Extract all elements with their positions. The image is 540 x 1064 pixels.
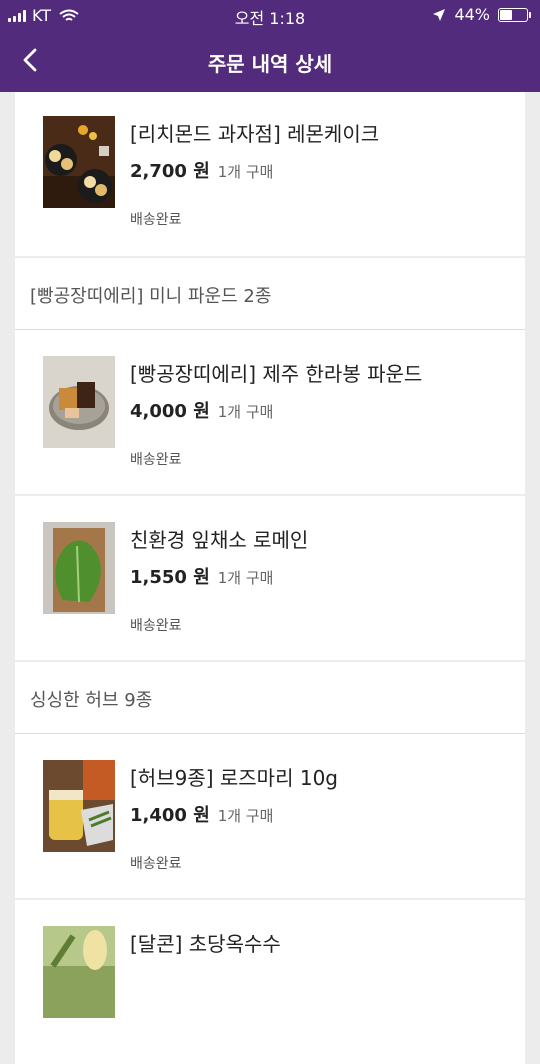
order-item[interactable]: [리치몬드 과자점] 레몬케이크 2,700 원 1개 구매 배송완료 bbox=[15, 90, 525, 254]
status-right: 44% bbox=[432, 5, 531, 24]
order-detail-list: [리치몬드 과자점] 레몬케이크 2,700 원 1개 구매 배송완료 [빵공장… bbox=[15, 92, 525, 1064]
delivery-status: 배송완료 bbox=[130, 212, 182, 228]
group-title: 싱싱한 허브 9종 bbox=[15, 662, 525, 734]
product-quantity: 1개 구매 bbox=[217, 163, 274, 181]
order-item[interactable]: 친환경 잎채소 로메인 1,550 원 1개 구매 배송완료 bbox=[15, 496, 525, 660]
order-item[interactable]: [허브9종] 로즈마리 10g 1,400 원 1개 구매 배송완료 bbox=[15, 734, 525, 898]
order-item[interactable]: [빵공장띠에리] 제주 한라봉 파운드 4,000 원 1개 구매 배송완료 bbox=[15, 330, 525, 494]
header: 주문 내역 상세 bbox=[0, 30, 540, 92]
product-name: [리치몬드 과자점] 레몬케이크 bbox=[130, 122, 380, 146]
order-card: 친환경 잎채소 로메인 1,550 원 1개 구매 배송완료 bbox=[15, 496, 525, 660]
page-title: 주문 내역 상세 bbox=[207, 52, 333, 76]
product-name: [허브9종] 로즈마리 10g bbox=[130, 766, 338, 790]
price-line: 1,550 원 1개 구매 bbox=[130, 563, 515, 589]
product-name: [달콘] 초당옥수수 bbox=[130, 932, 281, 956]
product-name: [빵공장띠에리] 제주 한라봉 파운드 bbox=[130, 362, 423, 386]
product-image bbox=[43, 926, 115, 1018]
product-price: 2,700 원 bbox=[130, 161, 210, 182]
item-info: [허브9종] 로즈마리 10g 1,400 원 1개 구매 배송완료 bbox=[130, 762, 515, 873]
item-info: [리치몬드 과자점] 레몬케이크 2,700 원 1개 구매 배송완료 bbox=[130, 118, 515, 229]
price-line: 4,000 원 1개 구매 bbox=[130, 397, 515, 423]
price-line: 1,400 원 1개 구매 bbox=[130, 801, 515, 827]
product-price: 1,400 원 bbox=[130, 805, 210, 826]
order-group: [빵공장띠에리] 미니 파운드 2종 [빵공장띠에리] 제주 한라봉 파운드 4… bbox=[15, 258, 525, 494]
order-group: 싱싱한 허브 9종 [허브9종] 로즈마리 10g 1,400 원 1개 구매 bbox=[15, 662, 525, 898]
location-arrow-icon bbox=[433, 8, 446, 21]
item-info: [달콘] 초당옥수수 bbox=[130, 928, 515, 957]
product-image bbox=[43, 356, 115, 448]
product-image bbox=[43, 522, 115, 614]
status-bar: KT 오전 1:18 44% bbox=[0, 0, 540, 30]
item-info: 친환경 잎채소 로메인 1,550 원 1개 구매 배송완료 bbox=[130, 524, 515, 635]
product-image bbox=[43, 116, 115, 208]
product-image bbox=[43, 760, 115, 852]
product-name: 친환경 잎채소 로메인 bbox=[130, 528, 309, 552]
product-quantity: 1개 구매 bbox=[217, 569, 274, 587]
delivery-status: 배송완료 bbox=[130, 856, 182, 872]
item-info: [빵공장띠에리] 제주 한라봉 파운드 4,000 원 1개 구매 배송완료 bbox=[130, 358, 515, 469]
delivery-status: 배송완료 bbox=[130, 452, 182, 468]
group-title: [빵공장띠에리] 미니 파운드 2종 bbox=[15, 258, 525, 330]
product-quantity: 1개 구매 bbox=[217, 807, 274, 825]
battery-percent: 44% bbox=[454, 5, 490, 24]
order-item[interactable]: [달콘] 초당옥수수 bbox=[15, 900, 525, 1064]
battery-icon bbox=[498, 7, 531, 22]
product-quantity: 1개 구매 bbox=[217, 403, 274, 421]
product-price: 4,000 원 bbox=[130, 401, 210, 422]
order-card: [리치몬드 과자점] 레몬케이크 2,700 원 1개 구매 배송완료 bbox=[15, 92, 525, 256]
order-card: [달콘] 초당옥수수 bbox=[15, 900, 525, 1064]
delivery-status: 배송완료 bbox=[130, 618, 182, 634]
price-line: 2,700 원 1개 구매 bbox=[130, 157, 515, 183]
product-price: 1,550 원 bbox=[130, 567, 210, 588]
